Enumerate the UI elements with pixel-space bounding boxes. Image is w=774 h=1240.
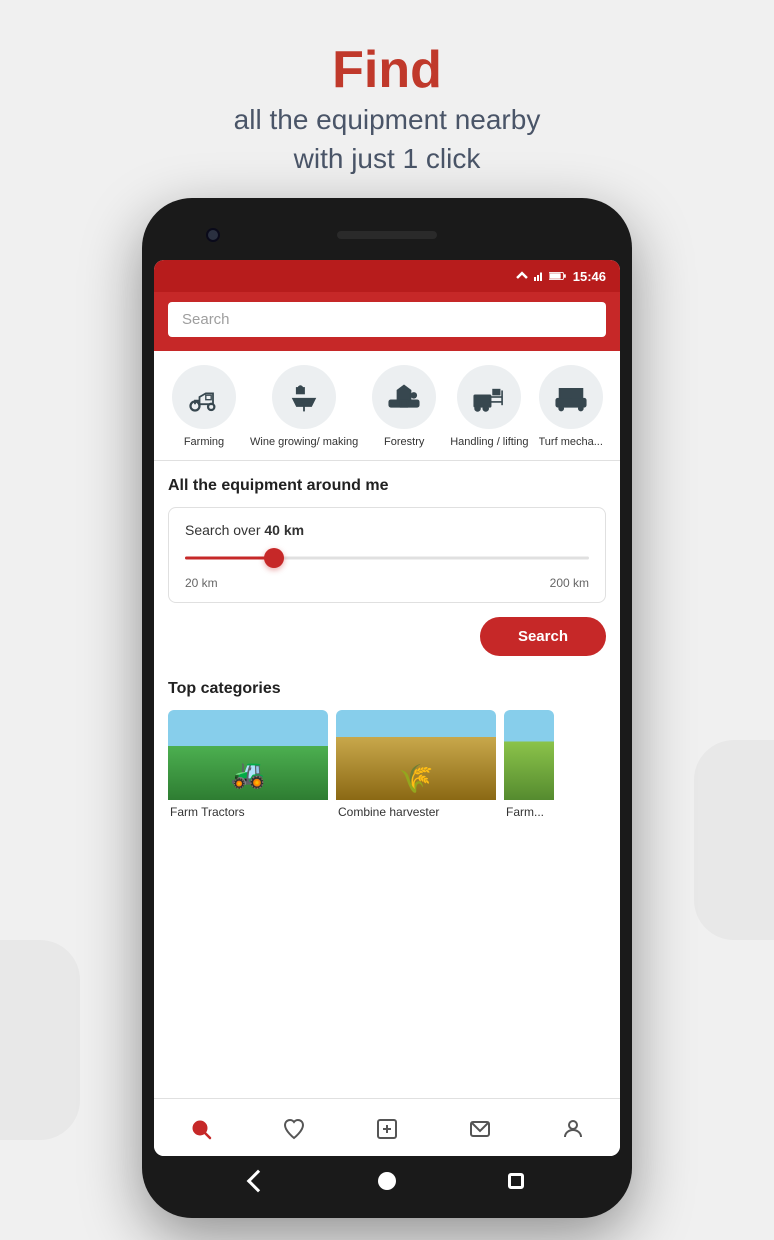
range-max: 200 km	[550, 576, 589, 590]
cat-card-farm3[interactable]: Farm...	[504, 710, 554, 824]
status-icons	[515, 269, 567, 283]
home-button[interactable]	[378, 1172, 396, 1190]
nav-profile[interactable]	[553, 1109, 593, 1149]
farm-tractors-label: Farm Tractors	[168, 800, 328, 824]
search-bar[interactable]: Search	[168, 302, 606, 337]
slider-fill	[185, 556, 274, 559]
wine-icon	[286, 379, 322, 415]
categories-scroll: Farming Wine growing/ making	[154, 365, 620, 449]
category-item-turf[interactable]: Turf mecha...	[539, 365, 603, 449]
turf-icon-circle	[539, 365, 603, 429]
handling-icon-circle	[457, 365, 521, 429]
farm3-img	[504, 710, 554, 800]
bottom-nav	[154, 1098, 620, 1156]
status-time: 15:46	[573, 269, 606, 284]
handling-icon	[471, 379, 507, 415]
farm3-image	[504, 710, 554, 800]
range-value: 40 km	[264, 522, 304, 538]
forestry-icon	[386, 379, 422, 415]
forestry-icon-circle	[372, 365, 436, 429]
phone-bottom-nav	[154, 1156, 620, 1206]
home-icon	[378, 1172, 396, 1190]
speaker	[337, 231, 437, 239]
category-item-forestry[interactable]: Forestry	[368, 365, 440, 449]
range-limits: 20 km 200 km	[185, 576, 589, 590]
range-label: Search over 40 km	[185, 522, 589, 538]
range-slider[interactable]	[185, 548, 589, 568]
search-button[interactable]: Search	[480, 617, 606, 656]
cat-card-farm-tractors[interactable]: Farm Tractors	[168, 710, 328, 824]
messages-nav-icon	[468, 1117, 492, 1141]
category-item-farming[interactable]: Farming	[168, 365, 240, 449]
nav-post[interactable]	[367, 1109, 407, 1149]
back-button[interactable]	[250, 1173, 266, 1189]
battery-icon	[549, 269, 567, 283]
app-header: Search	[154, 292, 620, 351]
cat-card-combine-harvester[interactable]: Combine harvester	[336, 710, 496, 824]
status-bar: 15:46	[154, 260, 620, 292]
slider-thumb[interactable]	[264, 548, 284, 568]
wifi-icon	[515, 269, 529, 283]
combine-harvester-image	[336, 710, 496, 800]
top-categories-section: Top categories Farm Tractors Combine har…	[154, 666, 620, 1099]
page-header: Find all the equipment nearby with just …	[234, 40, 541, 178]
wine-label: Wine growing/ making	[250, 435, 358, 449]
farming-icon-circle	[172, 365, 236, 429]
range-min: 20 km	[185, 576, 218, 590]
farming-label: Farming	[184, 435, 224, 449]
combine-harvester-img	[336, 710, 496, 800]
category-cards: Farm Tractors Combine harvester Farm...	[168, 710, 606, 824]
phone-shell: 15:46 Search	[142, 198, 632, 1218]
farm-tractors-image	[168, 710, 328, 800]
turf-icon	[553, 379, 589, 415]
phone-top	[154, 210, 620, 260]
search-button-row: Search	[168, 617, 606, 656]
nav-messages[interactable]	[460, 1109, 500, 1149]
category-item-wine[interactable]: Wine growing/ making	[250, 365, 358, 449]
post-nav-icon	[375, 1117, 399, 1141]
nav-favorites[interactable]	[274, 1109, 314, 1149]
turf-label: Turf mecha...	[539, 435, 603, 449]
range-card: Search over 40 km 20 km 200 km	[168, 507, 606, 603]
profile-nav-icon	[561, 1117, 585, 1141]
farm-tractors-img	[168, 710, 328, 800]
equipment-section-title: All the equipment around me	[168, 477, 606, 495]
signal-icon	[533, 269, 545, 283]
handling-label: Handling / lifting	[450, 435, 528, 449]
back-icon	[247, 1170, 270, 1193]
heart-nav-icon	[282, 1117, 306, 1141]
camera	[206, 228, 220, 242]
recents-icon	[508, 1173, 524, 1189]
recents-button[interactable]	[508, 1173, 524, 1189]
combine-harvester-label: Combine harvester	[336, 800, 496, 824]
search-nav-icon	[189, 1117, 213, 1141]
nav-search[interactable]	[181, 1109, 221, 1149]
equipment-section: All the equipment around me Search over …	[154, 461, 620, 666]
wine-icon-circle	[272, 365, 336, 429]
categories-section: Farming Wine growing/ making	[154, 351, 620, 460]
farming-icon	[186, 379, 222, 415]
category-item-handling[interactable]: Handling / lifting	[450, 365, 528, 449]
farm3-label: Farm...	[504, 800, 554, 824]
phone-screen: 15:46 Search	[154, 260, 620, 1156]
bg-shape-right	[694, 740, 774, 940]
find-title: Find	[234, 40, 541, 100]
bg-shape-left	[0, 940, 80, 1140]
subtitle: all the equipment nearby with just 1 cli…	[234, 100, 541, 178]
top-categories-title: Top categories	[168, 680, 606, 698]
forestry-label: Forestry	[384, 435, 424, 449]
